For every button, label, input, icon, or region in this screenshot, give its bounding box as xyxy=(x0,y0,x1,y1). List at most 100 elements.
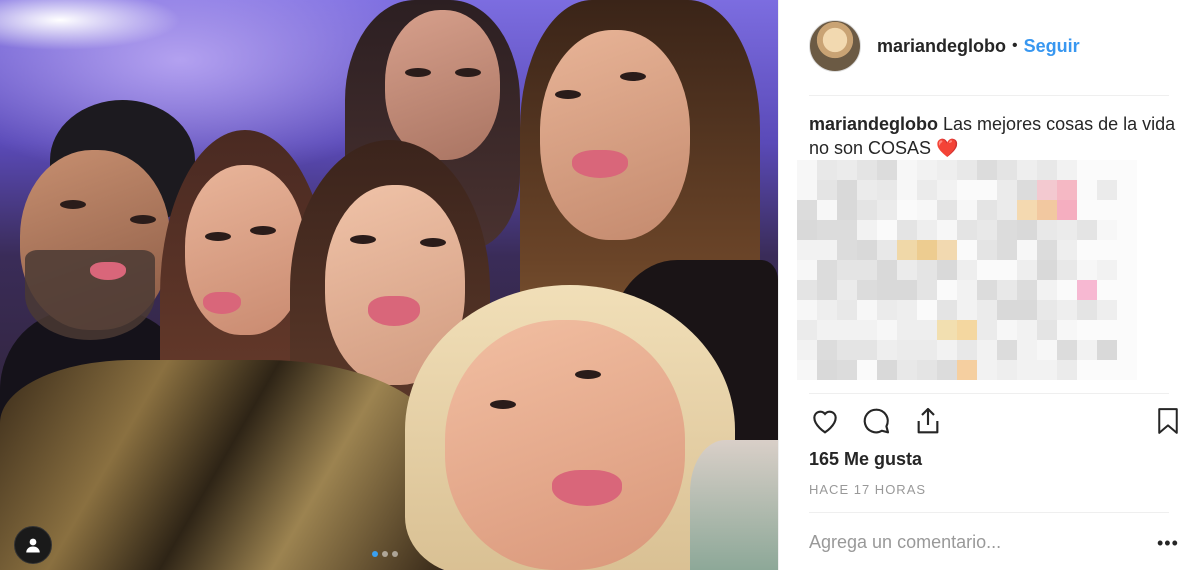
pixel-cell xyxy=(1017,360,1037,380)
pixel-cell xyxy=(1017,200,1037,220)
likes-count[interactable]: 165 Me gusta xyxy=(809,449,922,470)
pixel-cell xyxy=(937,180,957,200)
pixel-cell xyxy=(1117,200,1137,220)
pixel-cell xyxy=(917,360,937,380)
pixel-cell xyxy=(917,260,937,280)
pixel-cell xyxy=(1057,300,1077,320)
pixel-cell xyxy=(1057,180,1077,200)
pixel-cell xyxy=(1117,160,1137,180)
pixel-cell xyxy=(797,340,817,360)
like-button[interactable] xyxy=(809,405,841,442)
more-options-button[interactable]: ••• xyxy=(1157,533,1179,554)
pixel-cell xyxy=(937,280,957,300)
pixel-cell xyxy=(1017,300,1037,320)
pixel-cell xyxy=(817,280,837,300)
pixel-cell xyxy=(1017,160,1037,180)
pixel-cell xyxy=(1037,360,1057,380)
pixel-cell xyxy=(1057,220,1077,240)
pixel-cell xyxy=(877,360,897,380)
pixel-cell xyxy=(957,360,977,380)
pixel-cell xyxy=(897,260,917,280)
pixel-cell xyxy=(937,340,957,360)
pixel-cell xyxy=(937,320,957,340)
post-timestamp[interactable]: HACE 17 HORAS xyxy=(809,482,926,497)
pixel-cell xyxy=(837,260,857,280)
divider xyxy=(809,95,1169,96)
pixel-cell xyxy=(797,180,817,200)
pixel-cell xyxy=(917,300,937,320)
pixel-cell xyxy=(957,220,977,240)
post-photo[interactable] xyxy=(0,0,778,570)
pixel-cell xyxy=(937,200,957,220)
pixel-cell xyxy=(1097,220,1117,240)
pixel-cell xyxy=(957,280,977,300)
pixel-cell xyxy=(877,280,897,300)
pixel-cell xyxy=(1017,240,1037,260)
pixel-cell xyxy=(817,360,837,380)
pixel-cell xyxy=(1077,360,1097,380)
pixel-cell xyxy=(1097,200,1117,220)
pixel-cell xyxy=(837,180,857,200)
pixel-cell xyxy=(1117,300,1137,320)
follow-button[interactable]: Seguir xyxy=(1024,36,1080,57)
pixel-cell xyxy=(857,220,877,240)
pixel-cell xyxy=(857,300,877,320)
share-icon xyxy=(917,407,939,434)
pixel-cell xyxy=(837,220,857,240)
pixel-cell xyxy=(837,360,857,380)
pixel-cell xyxy=(1057,200,1077,220)
pixel-cell xyxy=(817,160,837,180)
pixel-cell xyxy=(877,320,897,340)
pixel-cell xyxy=(1097,160,1117,180)
pixel-cell xyxy=(1037,160,1057,180)
pixel-cell xyxy=(997,260,1017,280)
carousel-dot xyxy=(382,551,388,557)
pixel-cell xyxy=(797,320,817,340)
pixel-cell xyxy=(1117,260,1137,280)
pixel-cell xyxy=(897,280,917,300)
pixel-cell xyxy=(1017,220,1037,240)
pixel-cell xyxy=(1037,180,1057,200)
pixel-cell xyxy=(837,280,857,300)
pixel-cell xyxy=(997,300,1017,320)
comment-button[interactable] xyxy=(860,405,892,442)
username-link[interactable]: mariandeglobo xyxy=(877,36,1006,57)
post-header: mariandeglobo • Seguir xyxy=(809,20,1080,72)
pixel-cell xyxy=(977,280,997,300)
pixel-cell xyxy=(977,200,997,220)
pixel-cell xyxy=(1097,180,1117,200)
pixel-cell xyxy=(897,300,917,320)
caption-username[interactable]: mariandeglobo xyxy=(809,114,938,134)
pixel-cell xyxy=(1097,260,1117,280)
pixel-cell xyxy=(1017,260,1037,280)
user-tag-icon xyxy=(26,538,40,553)
comment-input[interactable]: Agrega un comentario... xyxy=(809,532,1001,553)
pixel-cell xyxy=(897,160,917,180)
pixel-cell xyxy=(997,320,1017,340)
pixel-cell xyxy=(797,300,817,320)
pixel-cell xyxy=(1057,280,1077,300)
share-button[interactable] xyxy=(912,405,944,442)
pixel-cell xyxy=(1117,320,1137,340)
user-tag-button[interactable] xyxy=(14,526,52,564)
pixel-cell xyxy=(957,300,977,320)
pixel-cell xyxy=(1097,340,1117,360)
pixel-cell xyxy=(797,220,817,240)
pixel-cell xyxy=(997,360,1017,380)
action-bar xyxy=(809,405,1178,442)
pixel-cell xyxy=(837,320,857,340)
pixel-cell xyxy=(917,220,937,240)
heart-icon xyxy=(813,410,837,434)
save-button[interactable] xyxy=(1153,405,1183,442)
pixel-cell xyxy=(1017,340,1037,360)
pixel-cell xyxy=(1117,220,1137,240)
pixel-cell xyxy=(1037,280,1057,300)
pixel-cell xyxy=(877,260,897,280)
avatar[interactable] xyxy=(809,20,861,72)
pixel-cell xyxy=(1077,240,1097,260)
pixel-cell xyxy=(817,260,837,280)
pixel-cell xyxy=(1037,260,1057,280)
pixel-cell xyxy=(797,240,817,260)
pixel-cell xyxy=(1117,180,1137,200)
photo-person xyxy=(690,440,778,570)
